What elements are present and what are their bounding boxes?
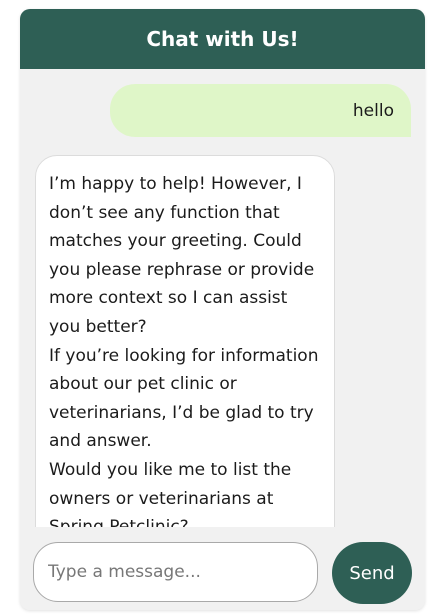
chat-title: Chat with Us!	[146, 27, 299, 51]
send-button[interactable]: Send	[332, 542, 412, 604]
bot-message-paragraph: If you’re looking for information about …	[49, 345, 319, 452]
user-message: hello	[110, 84, 411, 137]
bot-message-paragraph: Would you like me to list the owners or …	[49, 459, 292, 527]
bot-message: I’m happy to help! However, I don’t see …	[35, 155, 335, 527]
chat-window: Chat with Us! hello I’m happy to help! H…	[20, 9, 425, 610]
message-list[interactable]: hello I’m happy to help! However, I don’…	[20, 69, 425, 527]
chat-header: Chat with Us!	[20, 9, 425, 69]
bot-message-paragraph: I’m happy to help! However, I don’t see …	[49, 174, 315, 337]
user-message-text: hello	[352, 100, 394, 121]
message-input[interactable]	[33, 542, 318, 602]
composer-bar: Send	[20, 527, 425, 610]
